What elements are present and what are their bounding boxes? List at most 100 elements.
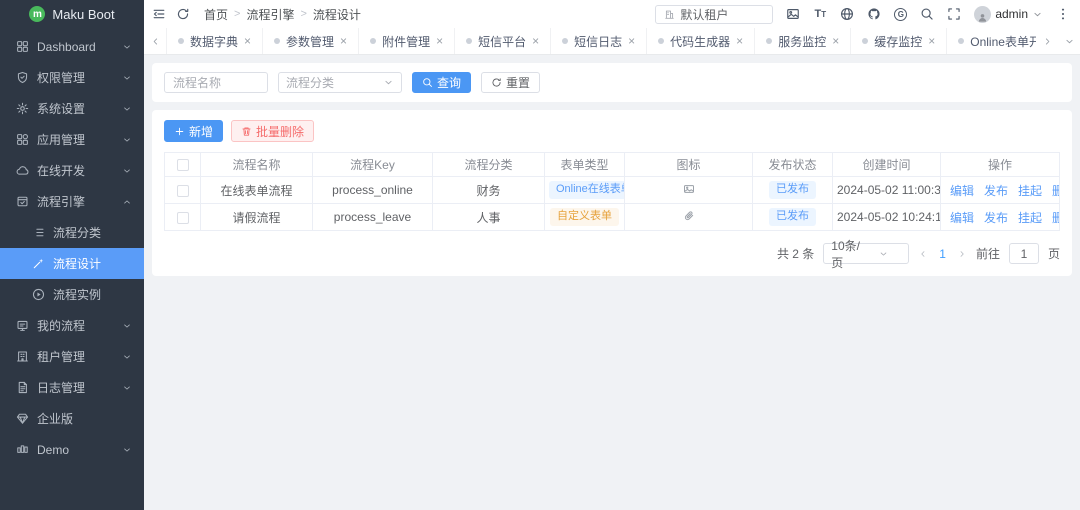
page-unit-label: 页 (1048, 245, 1060, 262)
tab-label: 短信日志 (574, 33, 622, 50)
sidebar-item-active[interactable]: 流程设计 (0, 248, 144, 279)
reset-button[interactable]: 重置 (481, 72, 540, 93)
tab-label: 数据字典 (190, 33, 238, 50)
tenant-select[interactable]: 默认租户 (655, 5, 773, 24)
add-button[interactable]: 新增 (164, 120, 223, 142)
search-icon[interactable] (920, 7, 934, 21)
next-page-icon[interactable] (957, 249, 967, 259)
sidebar-item[interactable]: 我的流程 (0, 310, 144, 341)
sidebar-item-label: 租户管理 (37, 348, 122, 365)
actions-cell: 编辑发布挂起删除 (941, 204, 1060, 231)
action-link[interactable]: 挂起 (1018, 184, 1042, 198)
tab-close-icon[interactable]: × (928, 35, 935, 47)
tab-close-icon[interactable]: × (832, 35, 839, 47)
top-header: 首页>流程引擎>流程设计 默认租户 TTG admin (144, 0, 1080, 28)
sidebar-item[interactable]: 日志管理 (0, 372, 144, 403)
action-link[interactable]: 编辑 (950, 211, 974, 225)
breadcrumb-item[interactable]: 流程引擎 (246, 6, 294, 23)
user-menu[interactable]: admin (974, 6, 1043, 23)
sidebar-item[interactable]: 租户管理 (0, 341, 144, 372)
sidebar-item-label: Demo (37, 443, 122, 457)
page-number[interactable]: 1 (937, 247, 948, 261)
tab[interactable]: 短信平台× (454, 28, 550, 54)
sidebar-item[interactable]: 权限管理 (0, 62, 144, 93)
sidebar-item[interactable]: 流程实例 (0, 279, 144, 310)
tab-dot-icon (958, 38, 964, 44)
app-window: m Maku Boot Dashboard权限管理系统设置应用管理在线开发流程引… (0, 0, 1080, 510)
tab[interactable]: 服务监控× (754, 28, 850, 54)
more-options-icon[interactable] (1056, 7, 1070, 21)
tab-close-icon[interactable]: × (628, 35, 635, 47)
action-link[interactable]: 挂起 (1018, 211, 1042, 225)
github-icon[interactable] (867, 7, 881, 21)
logo-icon: m (29, 6, 45, 22)
action-link[interactable]: 发布 (984, 184, 1008, 198)
collapse-sidebar-icon[interactable] (152, 7, 166, 21)
table-body: 在线表单流程process_online财务Online在线表单已发布2024-… (165, 177, 1060, 231)
row-checkbox[interactable] (177, 212, 189, 224)
tab[interactable]: 代码生成器× (646, 28, 754, 54)
tab[interactable]: Online表单开发× (946, 28, 1036, 54)
column-header: 表单类型 (545, 153, 625, 177)
sidebar-item-label: 流程实例 (53, 286, 132, 303)
tab[interactable]: 缓存监控× (850, 28, 946, 54)
tab[interactable]: 附件管理× (358, 28, 454, 54)
tab[interactable]: 数据字典 × (166, 28, 262, 54)
batch-delete-button[interactable]: 批量删除 (231, 120, 314, 142)
sidebar-item[interactable]: 系统设置 (0, 93, 144, 124)
page-size-select[interactable]: 10条/页 (823, 243, 909, 264)
select-all-checkbox[interactable] (177, 159, 189, 171)
action-link[interactable]: 删除 (1052, 184, 1059, 198)
status-tag: 已发布 (769, 208, 816, 225)
search-button[interactable]: 查询 (412, 72, 471, 93)
action-link[interactable]: 编辑 (950, 184, 974, 198)
tabs-scroll-right-icon[interactable] (1036, 28, 1058, 54)
tab-close-icon[interactable]: × (736, 35, 743, 47)
action-link[interactable]: 发布 (984, 211, 1008, 225)
tab-close-icon[interactable]: × (340, 35, 347, 47)
breadcrumb-item[interactable]: 首页 (204, 6, 228, 23)
tab[interactable]: 短信日志 × (550, 28, 646, 54)
tab-dot-icon (370, 38, 376, 44)
sidebar-item-label: 流程引擎 (37, 193, 122, 210)
chevron-up-icon (122, 197, 132, 207)
image-icon[interactable] (786, 7, 800, 21)
chevron-down-icon (122, 383, 132, 393)
sidebar-item-label: 流程分类 (53, 224, 132, 241)
sidebar-item[interactable]: 企业版 (0, 403, 144, 434)
chevron-down-icon (383, 77, 394, 88)
logo-text: Maku Boot (52, 7, 114, 22)
process-table: 流程名称流程Key流程分类表单类型图标发布状态创建时间操作 在线表单流程proc… (164, 152, 1060, 231)
gitee-icon[interactable]: G (894, 8, 907, 21)
column-header: 图标 (625, 153, 753, 177)
tabs-scroll-left-icon[interactable] (144, 28, 166, 54)
sidebar-item[interactable]: 应用管理 (0, 124, 144, 155)
font-size-icon[interactable]: TT (813, 7, 827, 21)
chevron-down-icon (1032, 9, 1043, 20)
process-category-select[interactable]: 流程分类 (278, 72, 402, 93)
goto-page-input[interactable] (1009, 243, 1039, 264)
search-icon (422, 77, 433, 88)
tab-close-icon[interactable]: × (436, 35, 443, 47)
sidebar-item[interactable]: 流程引擎 (0, 186, 144, 217)
breadcrumb-item[interactable]: 流程设计 (313, 6, 361, 23)
tab[interactable]: 参数管理× (262, 28, 358, 54)
row-checkbox[interactable] (177, 185, 189, 197)
picture-icon (683, 183, 695, 195)
prev-page-icon[interactable] (918, 249, 928, 259)
sidebar-item[interactable]: 流程分类 (0, 217, 144, 248)
sidebar-item[interactable]: Demo (0, 434, 144, 465)
refresh-icon[interactable] (176, 7, 190, 21)
globe-icon[interactable] (840, 7, 854, 21)
refresh-icon (491, 77, 502, 88)
sidebar-item[interactable]: Dashboard (0, 31, 144, 62)
process-name-input[interactable] (164, 72, 268, 93)
tabs-dropdown-icon[interactable] (1058, 28, 1080, 54)
sidebar-item[interactable]: 在线开发 (0, 155, 144, 186)
tab-close-icon[interactable]: × (244, 35, 251, 47)
action-link[interactable]: 删除 (1052, 211, 1059, 225)
tenant-building-icon (664, 9, 675, 20)
add-button-label: 新增 (189, 123, 213, 140)
tab-close-icon[interactable]: × (532, 35, 539, 47)
fullscreen-icon[interactable] (947, 7, 961, 21)
